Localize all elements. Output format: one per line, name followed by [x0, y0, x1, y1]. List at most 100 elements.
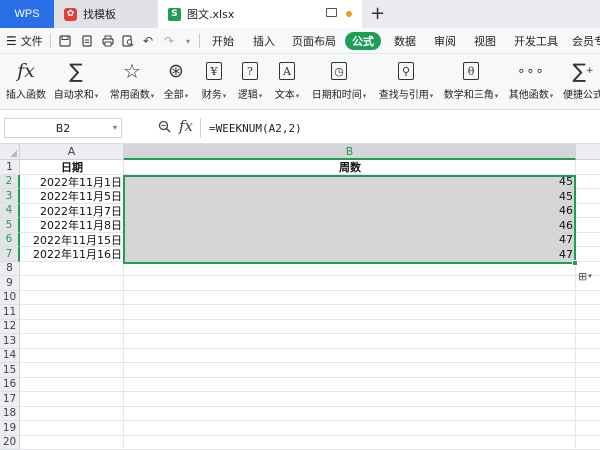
tab-wps-home[interactable]: WPS: [0, 0, 54, 28]
row-gridline: [20, 391, 600, 392]
tab-label: 找模板: [83, 8, 116, 21]
tab-find-template[interactable]: ✿ 找模板: [54, 0, 158, 28]
column-header-a[interactable]: A: [20, 144, 124, 160]
row-header[interactable]: 1: [0, 160, 20, 175]
financial-button[interactable]: ¥ 财务▾: [200, 58, 228, 106]
logic-icon: ?: [242, 62, 258, 80]
row-header[interactable]: 20: [0, 435, 20, 450]
date-cell[interactable]: 2022年11月5日: [20, 189, 124, 204]
chevron-down-icon: ▾: [258, 92, 263, 100]
math-trig-button[interactable]: θ 数学和三角▾: [441, 58, 501, 106]
row-header[interactable]: 12: [0, 319, 20, 334]
tab-label: 图文.xlsx: [187, 8, 235, 21]
insert-function-button[interactable]: fx 插入函数: [4, 58, 48, 106]
row-header[interactable]: 18: [0, 406, 20, 421]
row-header[interactable]: 4: [0, 203, 20, 218]
menu-view[interactable]: 视图: [474, 28, 496, 54]
row-header[interactable]: 3: [0, 189, 20, 204]
row-header[interactable]: 7: [0, 247, 20, 262]
redo-icon[interactable]: ↷: [162, 34, 176, 48]
save-icon[interactable]: [58, 34, 72, 48]
spreadsheet-grid[interactable]: A B 1 2 3 4 5 6 7 8 9 10 11 12 13 14 15 16 17 18 19 20 日期 周…: [0, 144, 600, 450]
button-label: 查找与引用: [378, 90, 429, 101]
name-box[interactable]: B2 ▾: [4, 118, 122, 138]
chevron-down-icon: ▾: [94, 92, 99, 100]
date-cell[interactable]: 2022年11月8日: [20, 218, 124, 233]
cell-a1-header[interactable]: 日期: [20, 160, 124, 175]
chevron-down-icon: ▾: [429, 92, 434, 100]
text-functions-button[interactable]: A 文本▾: [273, 58, 301, 106]
more-functions-button[interactable]: ∘∘∘ 其他函数▾: [506, 58, 556, 106]
chevron-down-icon: ▾: [494, 92, 499, 100]
button-label: 全部: [163, 90, 184, 101]
menu-page-layout[interactable]: 页面布局: [292, 28, 336, 54]
row-header[interactable]: 10: [0, 290, 20, 305]
logical-button[interactable]: ? 逻辑▾: [236, 58, 264, 106]
math-icon: θ: [463, 62, 479, 80]
row-header[interactable]: 5: [0, 218, 20, 233]
formula-ribbon: fx 插入函数 ∑ 自动求和▾ ☆ 常用函数▾ ⊛ 全部▾ ¥ 财务▾ ? 逻辑…: [0, 54, 600, 110]
zoom-icon[interactable]: [158, 120, 171, 137]
fx-icon: fx: [17, 60, 35, 82]
row-header[interactable]: 6: [0, 232, 20, 247]
row-header[interactable]: 9: [0, 276, 20, 291]
button-label: 常用函数: [109, 90, 150, 101]
row-gridline: [20, 376, 600, 378]
cell-b1-header[interactable]: 周数: [124, 160, 576, 175]
quick-formula-button[interactable]: ∑ + 便捷公式: [561, 58, 600, 106]
template-icon: ✿: [64, 7, 77, 21]
all-functions-button[interactable]: ⊛ 全部▾: [162, 58, 190, 106]
lookup-reference-button[interactable]: ⚲ 查找与引用▾: [376, 58, 436, 106]
chevron-down-icon: ▾: [222, 92, 227, 100]
print-preview-icon[interactable]: [121, 34, 135, 48]
row-header[interactable]: 17: [0, 392, 20, 407]
chevron-down-icon: ▾: [150, 92, 155, 100]
sigma-icon: ∑: [69, 59, 83, 83]
row-header[interactable]: 15: [0, 363, 20, 378]
text-icon: A: [279, 62, 295, 80]
select-all-corner[interactable]: [0, 144, 20, 160]
formula-input[interactable]: =WEEKNUM(A2,2): [200, 118, 600, 138]
row-header[interactable]: 19: [0, 421, 20, 436]
row-gridline: [20, 434, 600, 436]
date-time-button[interactable]: ◷ 日期和时间▾: [309, 58, 369, 106]
row-header[interactable]: 8: [0, 261, 20, 276]
export-pdf-icon[interactable]: [80, 34, 94, 48]
row-gridline: [20, 347, 600, 349]
menu-data[interactable]: 数据: [394, 28, 416, 54]
menu-developer[interactable]: 开发工具: [514, 28, 558, 54]
menu-insert[interactable]: 插入: [253, 28, 275, 54]
menu-member[interactable]: 会员专: [572, 28, 600, 54]
row-header[interactable]: 14: [0, 348, 20, 363]
row-header[interactable]: 11: [0, 305, 20, 320]
chevron-down-icon[interactable]: ▾: [113, 123, 117, 132]
date-cell[interactable]: 2022年11月7日: [20, 204, 124, 219]
row-gridline: [20, 333, 600, 334]
fill-handle[interactable]: [572, 260, 578, 266]
date-cell[interactable]: 2022年11月15日: [20, 233, 124, 248]
column-header-b[interactable]: B: [124, 144, 576, 160]
common-functions-button[interactable]: ☆ 常用函数▾: [107, 58, 157, 106]
name-box-value: B2: [55, 121, 71, 135]
file-menu[interactable]: ☰ 文件: [6, 28, 43, 54]
fx-icon[interactable]: fx: [179, 117, 193, 135]
row-header[interactable]: 2: [0, 174, 20, 189]
monitor-icon[interactable]: [326, 8, 337, 17]
date-cell[interactable]: 2022年11月16日: [20, 247, 124, 262]
new-tab-button[interactable]: +: [370, 3, 385, 24]
quick-analysis-icon: ⊞: [578, 269, 588, 283]
row-header[interactable]: 13: [0, 334, 20, 349]
autosum-button[interactable]: ∑ 自动求和▾: [52, 58, 100, 106]
quick-analysis-button[interactable]: ⊞ ▾: [578, 268, 600, 284]
menu-start[interactable]: 开始: [212, 28, 234, 54]
menu-review[interactable]: 审阅: [434, 28, 456, 54]
undo-icon[interactable]: ↶: [141, 34, 155, 48]
menu-formulas[interactable]: 公式: [345, 32, 381, 50]
date-cell[interactable]: 2022年11月1日: [20, 175, 124, 190]
button-label: 逻辑: [237, 90, 258, 101]
column-header-c[interactable]: [576, 144, 600, 160]
button-label: 日期和时间: [311, 90, 362, 101]
row-header[interactable]: 16: [0, 377, 20, 392]
print-icon[interactable]: [101, 34, 115, 48]
chevron-down-icon[interactable]: ▾: [181, 34, 195, 48]
